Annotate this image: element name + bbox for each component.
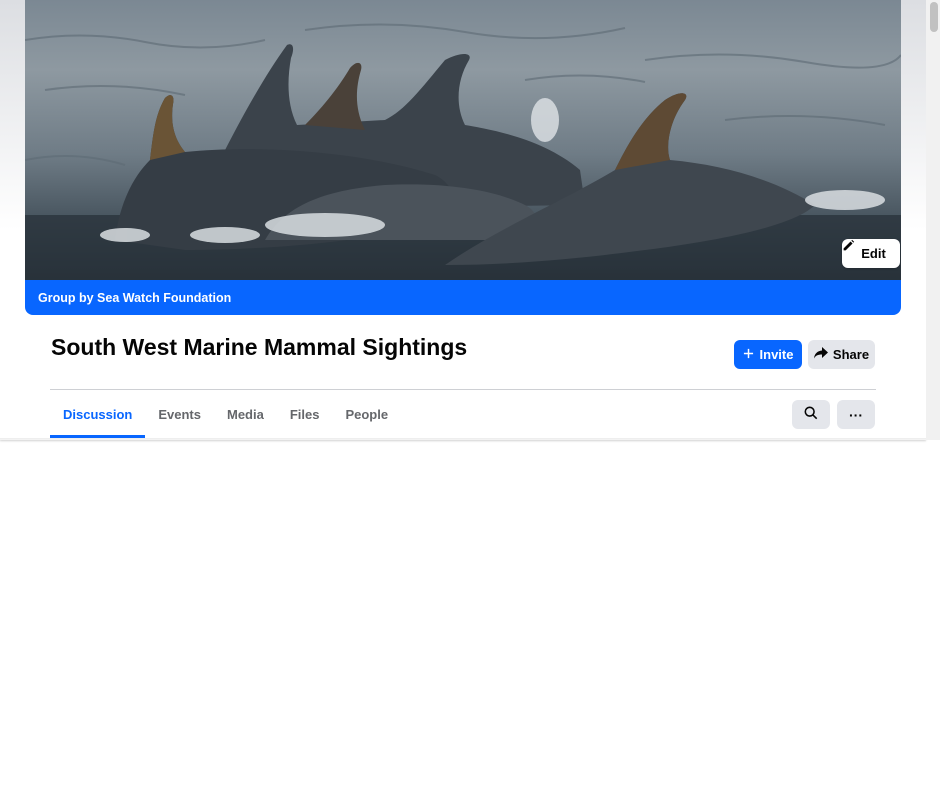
tab-events[interactable]: Events [145,390,214,438]
more-options-button[interactable]: ··· [837,400,875,429]
group-owner-banner[interactable]: Group by Sea Watch Foundation [25,280,901,315]
search-group-button[interactable] [792,400,830,429]
group-title: South West Marine Mammal Sightings [51,334,468,360]
share-button[interactable]: Share [808,340,875,369]
invite-label: Invite [759,347,794,362]
edit-label: Edit [861,246,886,261]
share-label: Share [832,347,870,362]
tab-media[interactable]: Media [214,390,277,438]
tab-discussion[interactable]: Discussion [50,390,146,438]
dolphins-illustration [25,23,901,280]
share-arrow-icon [813,347,828,362]
cover-photo[interactable]: Edit [25,0,901,280]
tab-files[interactable]: Files [277,390,333,438]
scrollbar-track[interactable] [926,0,940,440]
edit-cover-button[interactable]: Edit [842,239,900,268]
more-dots-icon: ··· [849,406,863,423]
search-icon [804,406,818,423]
plus-icon [743,347,754,362]
invite-button[interactable]: Invite [734,340,802,369]
scrollbar-thumb[interactable] [930,2,938,32]
tab-people[interactable]: People [332,390,401,438]
header-bottom-shadow [0,438,926,442]
group-owner-text[interactable]: Group by Sea Watch Foundation [38,291,231,305]
group-tabs: Discussion Events Media Files People [50,390,401,438]
